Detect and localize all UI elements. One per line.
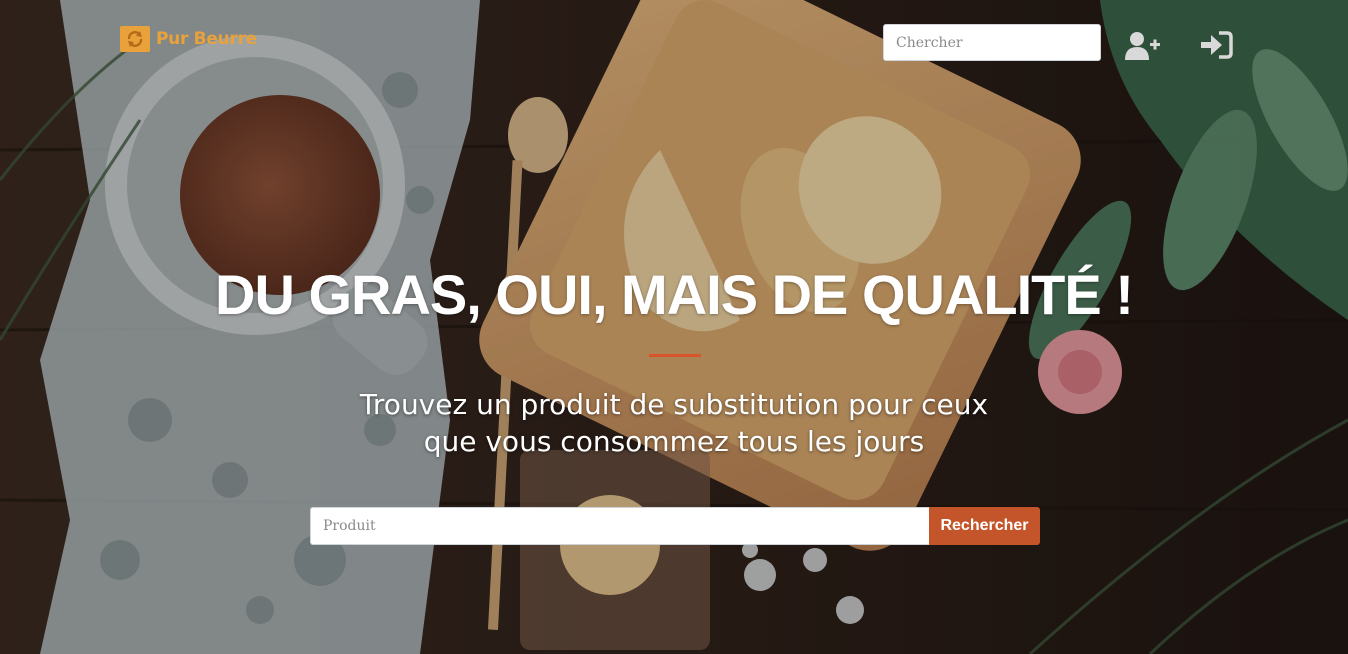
product-search-form: Rechercher xyxy=(310,507,1040,545)
hero-subtitle: Trouvez un produit de substitution pour … xyxy=(0,386,1348,460)
navbar: Pur Beurre xyxy=(0,0,1348,80)
brand-name: Pur Beurre xyxy=(156,29,257,49)
hero-subtitle-line-2: que vous consommez tous les jours xyxy=(423,425,925,458)
search-button[interactable]: Rechercher xyxy=(929,507,1040,545)
brand-logo-icon xyxy=(120,26,150,52)
hero-subtitle-line-1: Trouvez un produit de substitution pour … xyxy=(359,388,989,421)
hero-headline: DU GRAS, OUI, MAIS DE QUALITÉ ! xyxy=(215,263,1134,326)
navbar-search-input[interactable] xyxy=(883,24,1101,61)
user-plus-icon[interactable] xyxy=(1124,28,1160,62)
headline-divider xyxy=(649,354,701,357)
sign-in-icon[interactable] xyxy=(1198,28,1234,62)
hero-section: Pur Beurre DU GRAS, OUI, MAIS DE QUALITÉ… xyxy=(0,0,1348,654)
brand-link[interactable]: Pur Beurre xyxy=(120,26,257,52)
background-overlay xyxy=(0,0,1348,654)
product-search-input[interactable] xyxy=(310,507,929,545)
